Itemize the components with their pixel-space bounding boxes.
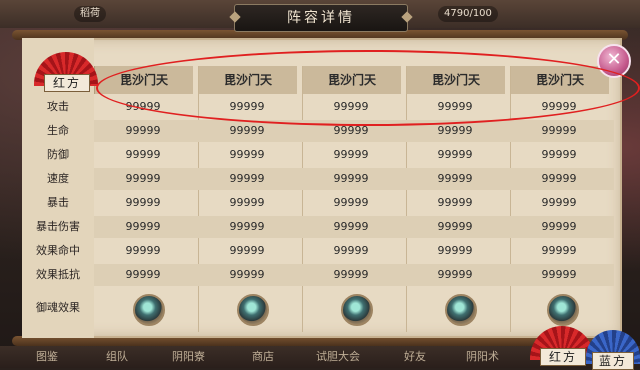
- nav-item-2[interactable]: 组队: [106, 348, 128, 364]
- stat-value: 99999: [229, 148, 265, 161]
- stat-label: 暴击伤害: [36, 220, 80, 233]
- highlight-annotation: [96, 50, 640, 126]
- stat-value: 99999: [437, 220, 473, 233]
- table-row: 暴击伤害 99999 99999 99999 99999 99999: [22, 216, 612, 238]
- stat-value: 99999: [229, 172, 265, 185]
- stat-value: 99999: [541, 244, 577, 257]
- nav-item-4[interactable]: 商店: [252, 348, 274, 364]
- stat-value: 99999: [541, 148, 577, 161]
- stat-value: 99999: [125, 124, 161, 137]
- stat-label: 效果命中: [36, 244, 80, 257]
- soul-effect-icon[interactable]: [133, 294, 165, 326]
- soul-effect-icon[interactable]: [341, 294, 373, 326]
- soul-effect-icon[interactable]: [547, 294, 579, 326]
- stat-value: 99999: [541, 172, 577, 185]
- stat-value: 99999: [125, 148, 161, 161]
- stat-label: 攻击: [47, 100, 69, 113]
- stat-label: 暴击: [47, 196, 69, 209]
- table-row: 效果命中 99999 99999 99999 99999 99999: [22, 240, 612, 262]
- top-left-chip[interactable]: 稻荷: [74, 6, 106, 22]
- team-label: 蓝方: [592, 352, 634, 370]
- stat-value: 99999: [333, 196, 369, 209]
- stat-value: 99999: [541, 220, 577, 233]
- stat-label: 生命: [47, 124, 69, 137]
- soul-effect-icon[interactable]: [237, 294, 269, 326]
- table-row: 暴击 99999 99999 99999 99999 99999: [22, 192, 612, 214]
- stat-label: 防御: [47, 148, 69, 161]
- stat-value: 99999: [229, 268, 265, 281]
- team-label: 红方: [44, 74, 90, 92]
- stat-value: 99999: [333, 268, 369, 281]
- nav-item-7[interactable]: 阴阳术: [466, 348, 499, 364]
- soul-effect-icon[interactable]: [445, 294, 477, 326]
- stat-value: 99999: [333, 172, 369, 185]
- stat-value: 99999: [437, 244, 473, 257]
- stat-value: 99999: [541, 196, 577, 209]
- soul-effect-label: 御魂效果: [36, 301, 80, 314]
- stat-value: 99999: [125, 244, 161, 257]
- stat-value: 99999: [437, 268, 473, 281]
- team-label: 红方: [540, 348, 586, 366]
- bottom-red-badge: 红方: [530, 326, 594, 366]
- stat-value: 99999: [437, 148, 473, 161]
- stat-value: 99999: [437, 196, 473, 209]
- stat-value: 99999: [541, 124, 577, 137]
- stat-label: 效果抵抗: [36, 268, 80, 281]
- stat-value: 99999: [125, 268, 161, 281]
- nav-item-6[interactable]: 好友: [404, 348, 426, 364]
- stat-value: 99999: [229, 196, 265, 209]
- nav-item-5[interactable]: 试胆大会: [316, 348, 360, 364]
- nav-item-1[interactable]: 图鉴: [36, 348, 58, 364]
- stat-value: 99999: [437, 172, 473, 185]
- stat-value: 99999: [541, 268, 577, 281]
- bottom-blue-badge: 蓝方: [586, 330, 640, 370]
- close-icon: ✕: [606, 49, 622, 70]
- stat-value: 99999: [333, 244, 369, 257]
- stat-value: 99999: [333, 220, 369, 233]
- stat-value: 99999: [333, 148, 369, 161]
- table-row: 防御 99999 99999 99999 99999 99999: [22, 144, 612, 166]
- stat-label: 速度: [47, 172, 69, 185]
- page-title: 阵容详情: [234, 4, 408, 32]
- soul-effect-row: 御魂效果: [22, 290, 612, 326]
- stat-value: 99999: [229, 244, 265, 257]
- red-team-badge: 红方: [34, 52, 98, 92]
- stat-value: 99999: [125, 220, 161, 233]
- nav-item-3[interactable]: 阴阳寮: [172, 348, 205, 364]
- table-row: 速度 99999 99999 99999 99999 99999: [22, 168, 612, 190]
- table-row: 效果抵抗 99999 99999 99999 99999 99999: [22, 264, 612, 286]
- stat-value: 99999: [229, 220, 265, 233]
- stat-value: 99999: [125, 196, 161, 209]
- resource-counter: 4790/100: [438, 6, 498, 22]
- stat-value: 99999: [125, 172, 161, 185]
